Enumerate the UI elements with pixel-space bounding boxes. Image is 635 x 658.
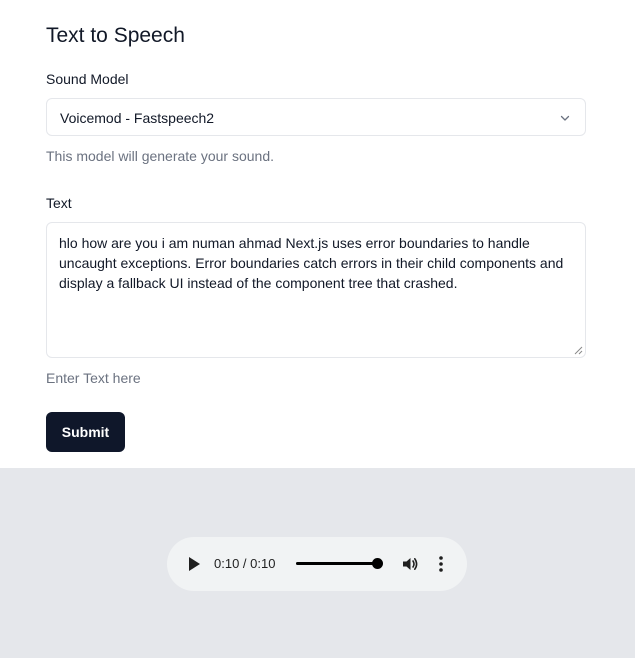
submit-button[interactable]: Submit [46,412,125,452]
page: Text to Speech Sound Model Voicemod - Fa… [0,0,635,658]
sound-model-select[interactable]: Voicemod - Fastspeech2 [46,98,586,136]
chevron-down-icon [560,115,570,121]
sound-model-helper: This model will generate your sound. [46,148,275,164]
tts-form: Text to Speech Sound Model Voicemod - Fa… [0,0,635,468]
more-vertical-icon[interactable] [437,555,445,573]
sound-model-label: Sound Model [46,71,129,87]
text-helper: Enter Text here [46,370,141,386]
page-title: Text to Speech [46,24,185,47]
text-label: Text [46,195,72,211]
time-display: 0:10 / 0:10 [214,556,276,571]
play-icon[interactable] [187,556,201,572]
progress-slider[interactable] [296,557,383,571]
resize-handle-icon[interactable] [574,346,583,355]
text-input[interactable]: hlo how are you i am numan ahmad Next.js… [46,222,586,358]
audio-player: 0:10 / 0:10 [167,537,467,591]
progress-thumb[interactable] [372,558,383,569]
text-input-value: hlo how are you i am numan ahmad Next.js… [59,235,564,291]
progress-fill [296,562,378,565]
sound-model-value: Voicemod - Fastspeech2 [60,110,215,126]
audio-section: 0:10 / 0:10 [0,468,635,658]
volume-icon[interactable] [401,555,419,573]
